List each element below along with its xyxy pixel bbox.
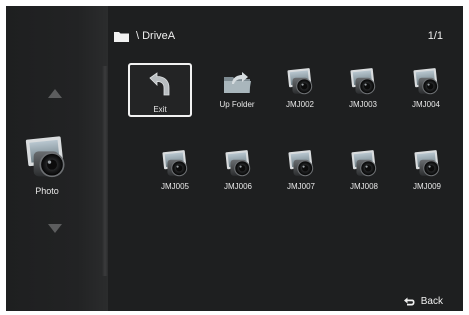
file-browser-screen: Photo \ DriveA 1/1 Exit Up Folder JMJ002… bbox=[6, 6, 463, 311]
item-label: JMJ005 bbox=[160, 182, 189, 191]
photo-file-icon bbox=[285, 66, 317, 98]
item-label: JMJ006 bbox=[223, 182, 252, 191]
file-tile-jmj003[interactable]: JMJ003 bbox=[331, 63, 395, 123]
file-tile-jmj007[interactable]: JMJ007 bbox=[269, 145, 333, 205]
item-label: JMJ003 bbox=[348, 100, 377, 109]
page-indicator: 1/1 bbox=[427, 30, 443, 42]
photo-file-icon bbox=[412, 148, 444, 180]
photo-stack-icon bbox=[22, 133, 72, 183]
panel-divider bbox=[102, 66, 108, 276]
media-type-label: Photo bbox=[35, 186, 59, 196]
arrow-up-icon[interactable] bbox=[48, 89, 62, 98]
file-tile-jmj004[interactable]: JMJ004 bbox=[394, 63, 458, 123]
return-arrow-icon bbox=[403, 297, 415, 306]
file-tile-jmj008[interactable]: JMJ008 bbox=[332, 145, 396, 205]
photo-file-icon bbox=[349, 148, 381, 180]
photo-file-icon bbox=[223, 148, 255, 180]
item-label: JMJ009 bbox=[412, 182, 441, 191]
exit-arrow-icon bbox=[149, 72, 170, 96]
file-tile-jmj005[interactable]: JMJ005 bbox=[143, 145, 207, 205]
back-label: Back bbox=[420, 296, 443, 307]
arrow-down-icon[interactable] bbox=[48, 224, 62, 233]
photo-file-icon bbox=[160, 148, 192, 180]
item-label: Up Folder bbox=[219, 100, 255, 109]
photo-file-icon bbox=[411, 66, 443, 98]
item-label: Exit bbox=[153, 105, 167, 114]
file-tile-jmj006[interactable]: JMJ006 bbox=[206, 145, 270, 205]
up-folder-icon bbox=[224, 72, 251, 93]
item-label: JMJ008 bbox=[349, 182, 378, 191]
item-label: JMJ004 bbox=[411, 100, 440, 109]
file-tile-jmj009[interactable]: JMJ009 bbox=[395, 145, 459, 205]
exit-tile[interactable]: Exit bbox=[128, 63, 192, 123]
photo-file-icon bbox=[286, 148, 318, 180]
back-button[interactable]: Back bbox=[403, 296, 443, 307]
file-tile-jmj002[interactable]: JMJ002 bbox=[268, 63, 332, 123]
up-folder-tile[interactable]: Up Folder bbox=[205, 63, 269, 123]
current-path: \ DriveA bbox=[136, 30, 176, 42]
folder-icon bbox=[114, 32, 129, 42]
item-label: JMJ007 bbox=[286, 182, 315, 191]
item-label: JMJ002 bbox=[285, 100, 314, 109]
photo-file-icon bbox=[348, 66, 380, 98]
